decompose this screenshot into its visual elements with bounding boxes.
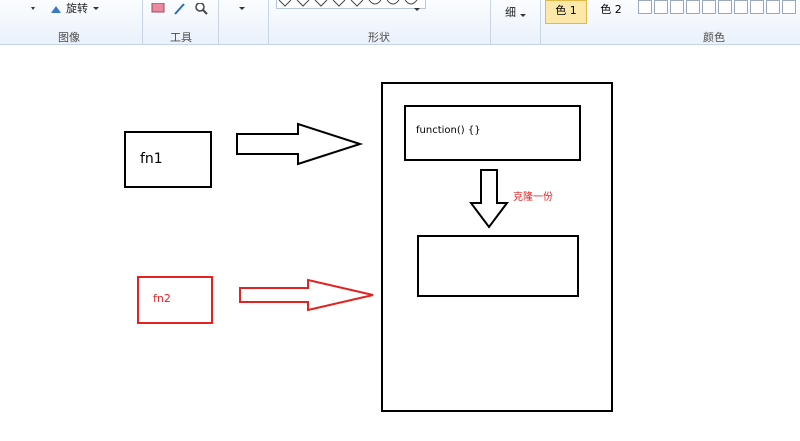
group-divider bbox=[540, 0, 541, 44]
fn1-arrow bbox=[236, 122, 364, 166]
group-divider bbox=[490, 0, 491, 44]
color-swatch[interactable] bbox=[734, 0, 748, 14]
color-swatch[interactable] bbox=[686, 0, 700, 14]
group-divider bbox=[142, 0, 143, 44]
rotate-button[interactable]: 旋转 bbox=[66, 0, 88, 16]
brushes-dropdown-icon[interactable] bbox=[238, 0, 254, 14]
shapes-gallery[interactable] bbox=[276, 0, 426, 9]
size-dropdown-icon[interactable] bbox=[519, 6, 535, 20]
color-swatch[interactable] bbox=[654, 0, 668, 14]
fn2-arrow bbox=[239, 278, 374, 312]
color-swatch[interactable] bbox=[670, 0, 684, 14]
canvas-drawing bbox=[124, 82, 613, 412]
fn1-box bbox=[124, 131, 212, 188]
size-button[interactable]: 细 bbox=[505, 4, 516, 20]
dropdown-arrow-icon[interactable] bbox=[26, 0, 42, 14]
rotate-dropdown-icon[interactable] bbox=[92, 0, 108, 14]
color-swatch[interactable] bbox=[766, 0, 780, 14]
color-swatch[interactable] bbox=[718, 0, 732, 14]
fn1-label: fn1 bbox=[140, 151, 163, 167]
eraser-icon[interactable] bbox=[150, 0, 166, 14]
group-divider bbox=[218, 0, 219, 44]
image-group-label: 图像 bbox=[58, 31, 80, 44]
fn2-label: fn2 bbox=[153, 292, 171, 305]
shapes-group-label: 形状 bbox=[368, 31, 390, 44]
color-swatch[interactable] bbox=[782, 0, 796, 14]
colors-group-label: 颜色 bbox=[703, 31, 725, 44]
color-picker-icon[interactable] bbox=[172, 0, 188, 15]
ribbon-toolbar: 旋转 图像 工具 形状 细 色 1 色 2 颜色 bbox=[0, 0, 800, 45]
color-swatch[interactable] bbox=[702, 0, 716, 14]
clone-note: 克隆一份 bbox=[513, 192, 553, 203]
color-swatch[interactable] bbox=[750, 0, 764, 14]
function-label: function() {} bbox=[416, 125, 481, 136]
color2-label: 色 2 bbox=[600, 3, 622, 16]
clone-down-arrow bbox=[469, 169, 509, 229]
color2-button[interactable]: 色 2 bbox=[590, 0, 632, 24]
magnifier-icon[interactable] bbox=[194, 0, 210, 15]
tools-group-label: 工具 bbox=[170, 31, 192, 44]
color1-button[interactable]: 色 1 bbox=[545, 0, 587, 24]
group-divider bbox=[268, 0, 269, 44]
cloned-function-box bbox=[417, 235, 579, 297]
drawing-canvas[interactable]: fn1 fn2 function() {} 克隆一份 bbox=[0, 45, 800, 441]
rotate-icon[interactable] bbox=[48, 0, 64, 14]
color-swatch[interactable] bbox=[638, 0, 652, 14]
color1-label: 色 1 bbox=[555, 4, 577, 17]
fn2-box bbox=[137, 276, 213, 324]
shapes-scroll-icon[interactable] bbox=[412, 0, 428, 14]
